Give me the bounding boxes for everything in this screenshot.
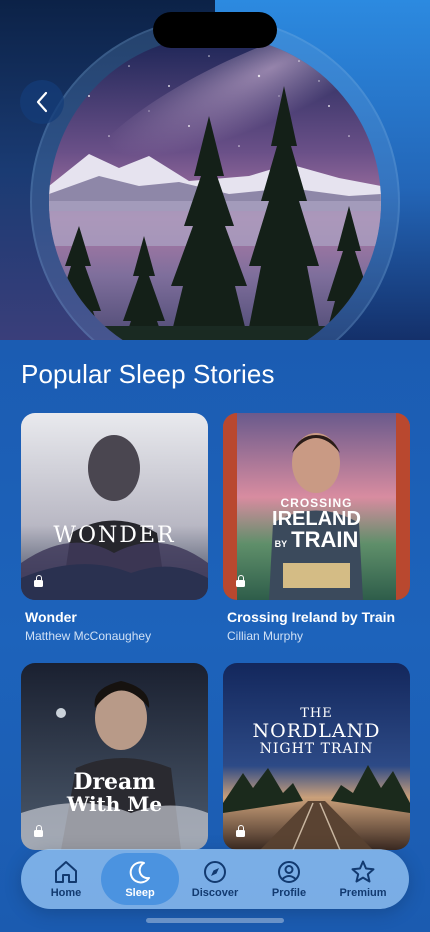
story-art-title: WONDER — [53, 523, 176, 548]
nav-item-home[interactable]: Home — [27, 853, 105, 905]
nav-label: Discover — [191, 887, 239, 899]
chevron-left-icon — [36, 91, 48, 113]
story-art-title: CROSSING IRELAND BY TRAIN — [223, 497, 410, 551]
story-narrator: Cillian Murphy — [227, 629, 304, 643]
bottom-nav: Home Sleep Discover Profile Premium — [21, 849, 409, 909]
art-line: IRELAND — [272, 508, 361, 530]
nav-label: Home — [50, 887, 82, 899]
art-line: TRAIN — [291, 527, 359, 552]
lock-icon — [236, 575, 245, 587]
story-artwork: CROSSING IRELAND BY TRAIN — [223, 413, 410, 600]
nav-label: Sleep — [125, 887, 155, 899]
compass-icon — [204, 861, 226, 883]
art-line: THE — [300, 706, 333, 721]
story-title: Wonder — [25, 609, 77, 625]
story-artwork: THE NORDLAND NIGHT TRAIN — [223, 663, 410, 850]
story-artwork: Dream With Me — [21, 663, 208, 850]
story-art-title: Dream With Me — [21, 769, 208, 817]
moon-icon — [129, 861, 150, 884]
story-artwork: WONDER — [21, 413, 208, 600]
nav-item-profile[interactable]: Profile — [250, 853, 328, 905]
lock-icon — [236, 825, 245, 837]
story-narrator: Matthew McConaughey — [25, 629, 152, 643]
story-card-nordland-night-train[interactable]: THE NORDLAND NIGHT TRAIN — [223, 663, 410, 850]
back-button[interactable] — [20, 80, 64, 124]
art-line: BY — [274, 539, 288, 549]
story-art-title: THE NORDLAND NIGHT TRAIN — [223, 706, 410, 758]
nav-label: Premium — [339, 887, 387, 899]
star-icon — [351, 860, 375, 883]
hero-header — [0, 0, 430, 340]
stories-section: Popular Sleep Stories WONDER Wonder Matt… — [0, 340, 430, 932]
profile-icon — [278, 861, 300, 883]
story-title: Crossing Ireland by Train — [227, 609, 396, 625]
lock-icon — [34, 825, 43, 837]
nav-item-premium[interactable]: Premium — [324, 853, 402, 905]
nav-item-sleep[interactable]: Sleep — [101, 853, 179, 905]
nav-label: Profile — [271, 887, 307, 899]
story-card-wonder[interactable]: WONDER Wonder Matthew McConaughey — [21, 413, 208, 643]
art-line: NORDLAND — [252, 720, 381, 743]
nav-item-discover[interactable]: Discover — [176, 853, 254, 905]
art-line: With Me — [66, 792, 163, 817]
section-title: Popular Sleep Stories — [21, 359, 275, 389]
camera-notch — [153, 12, 277, 48]
art-line: NIGHT TRAIN — [259, 741, 374, 758]
home-icon — [55, 861, 77, 883]
art-line: Dream — [73, 769, 156, 795]
home-indicator — [146, 918, 284, 923]
story-card-dream-with-me[interactable]: Dream With Me — [21, 663, 208, 850]
story-card-crossing-ireland[interactable]: CROSSING IRELAND BY TRAIN Crossing Irelan… — [223, 413, 410, 643]
lock-icon — [34, 575, 43, 587]
